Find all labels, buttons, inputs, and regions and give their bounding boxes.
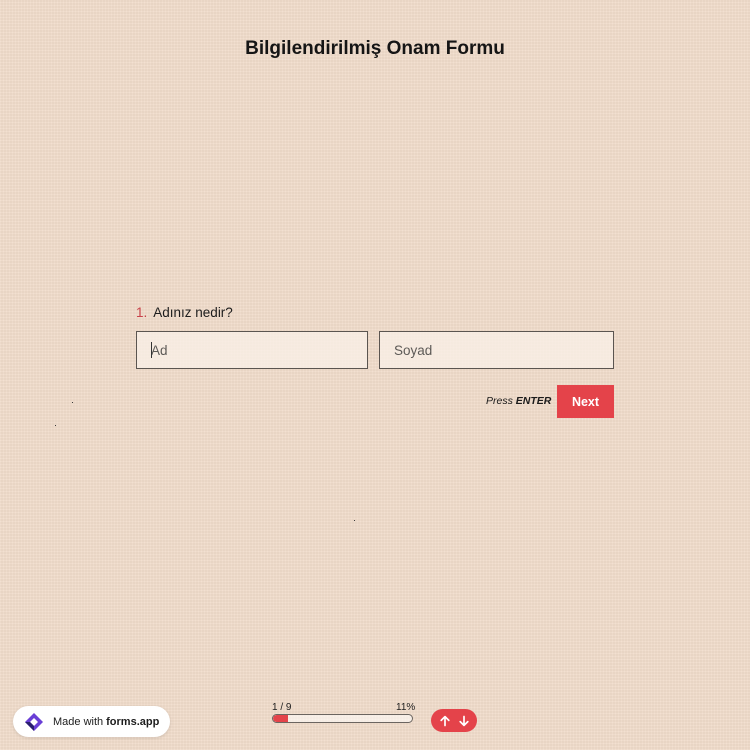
arrow-up-icon (439, 715, 450, 726)
question-number: 1. (136, 305, 148, 320)
paper-speck (72, 402, 73, 403)
forms-app-logo-icon (25, 712, 43, 731)
badge-prefix: Made with (53, 715, 104, 728)
form-title: Bilgilendirilmiş Onam Formu (245, 38, 505, 59)
press-enter-prefix: Press (486, 395, 513, 407)
question-text: Adınız nedir? (153, 305, 233, 320)
badge-brand: forms.app (106, 715, 160, 728)
last-name-field[interactable] (379, 331, 614, 369)
text-caret (151, 342, 152, 358)
previous-question-button[interactable] (437, 713, 453, 729)
progress-count: 1 / 9 (272, 702, 292, 713)
arrow-down-icon (458, 715, 469, 726)
paper-speck (354, 520, 355, 521)
next-question-button[interactable] (456, 713, 472, 729)
first-name-field[interactable] (136, 331, 368, 369)
press-enter-key: ENTER (515, 395, 552, 407)
press-enter-hint: Press ENTER (486, 395, 551, 407)
progress-bar-fill (273, 715, 289, 722)
progress-percent: 11% (396, 702, 416, 713)
paper-speck (55, 425, 56, 426)
question-label: 1. Adınız nedir? (136, 305, 233, 320)
made-with-forms-app-badge[interactable]: Made with forms.app (13, 706, 170, 737)
progress-bar (272, 714, 413, 723)
question-navigation (431, 709, 477, 732)
next-button[interactable]: Next (557, 385, 614, 418)
